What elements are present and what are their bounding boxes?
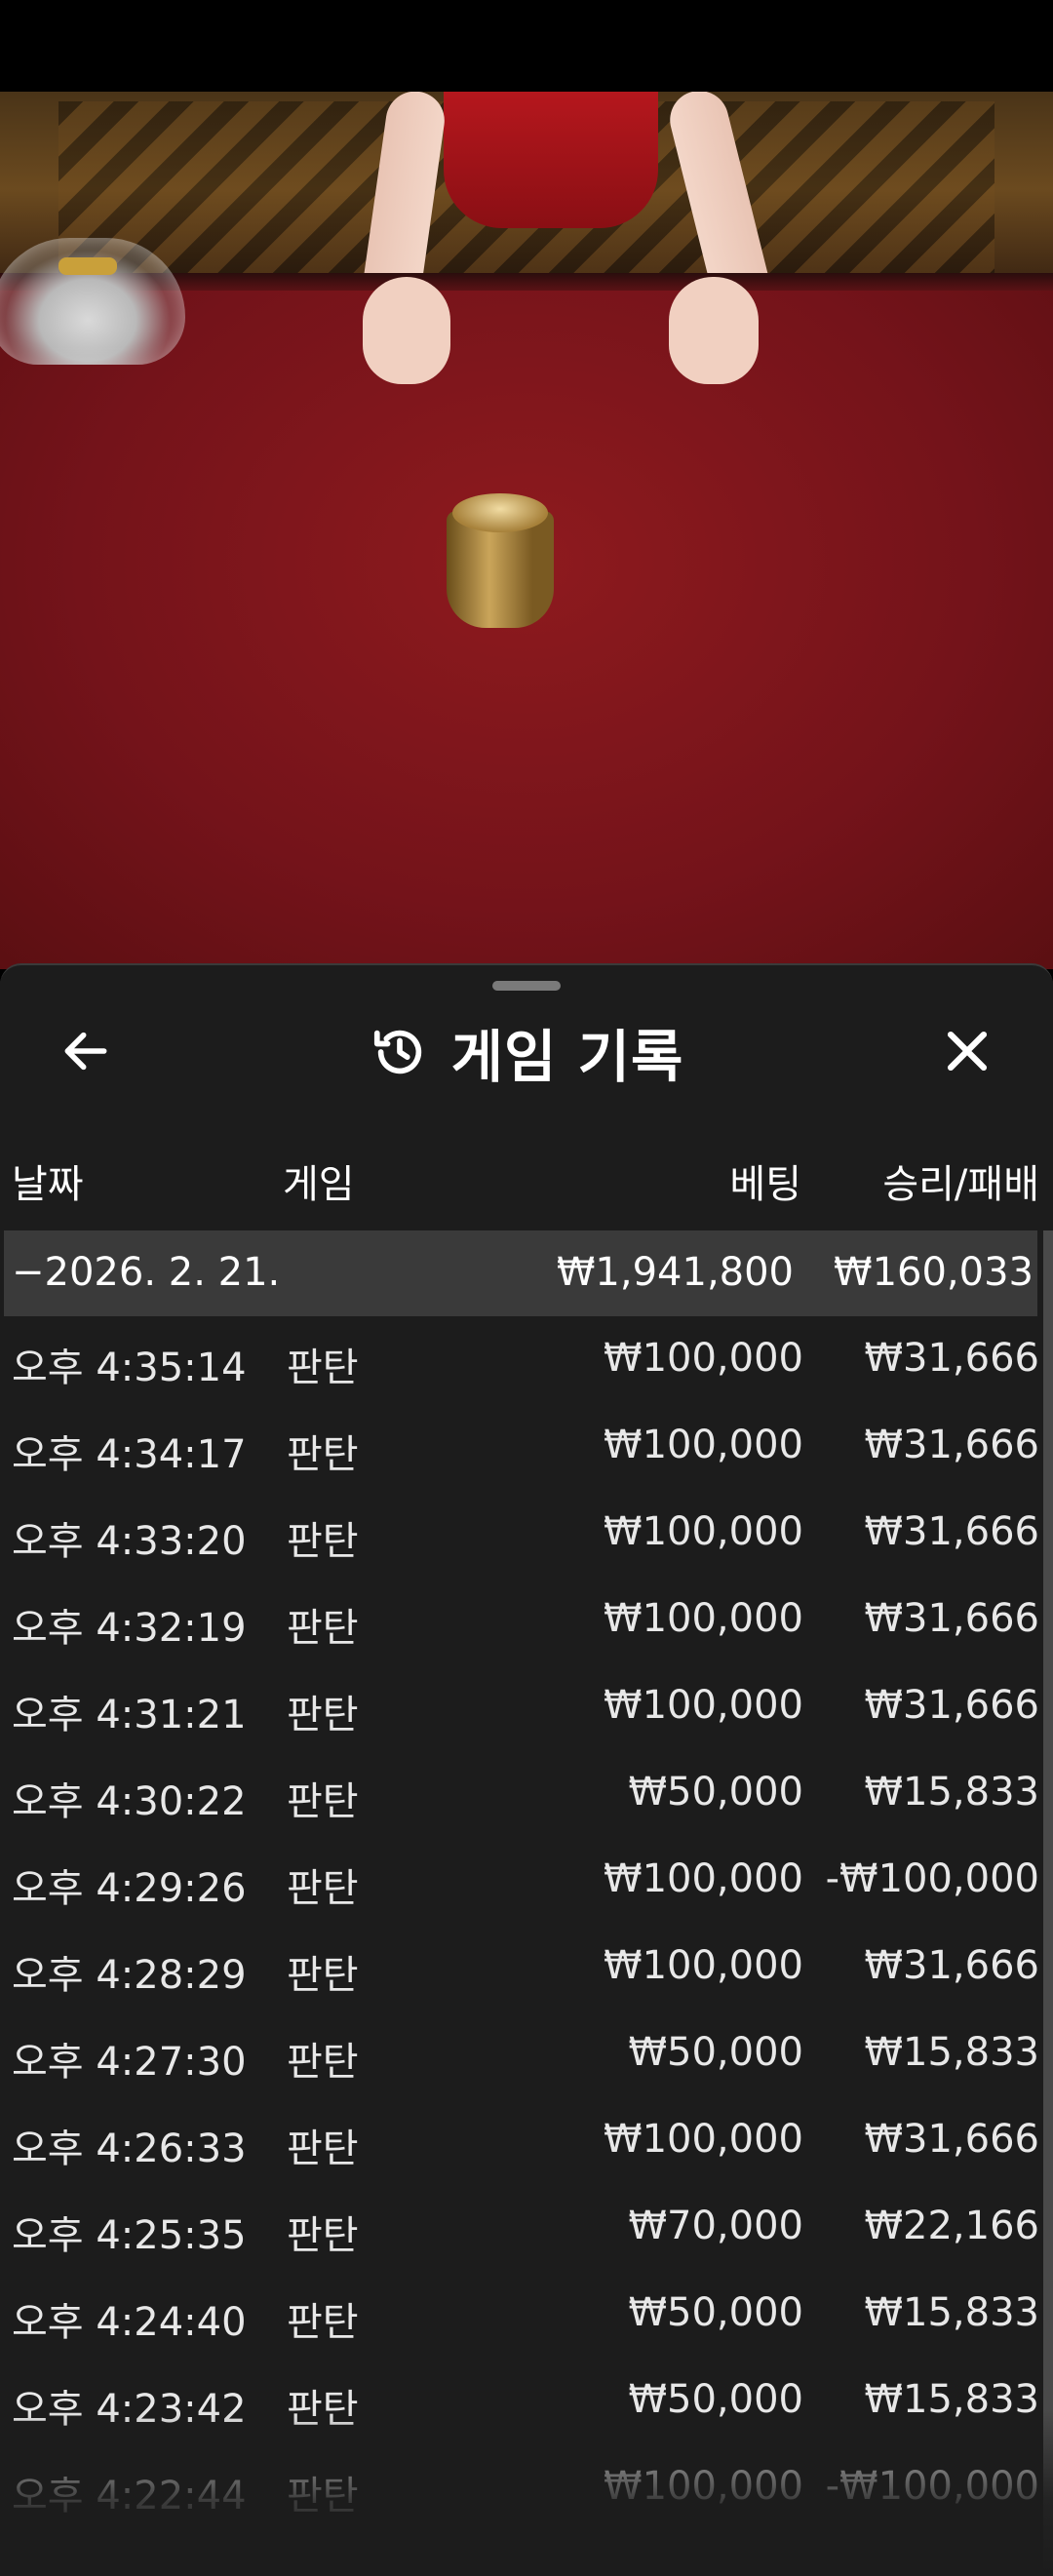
- row-time: 오후 4:28:29: [12, 1953, 247, 1998]
- row-bet: ₩100,000: [604, 1509, 803, 1554]
- row-game: 판탄: [287, 1953, 359, 1998]
- row-time: 오후 4:27:30: [12, 2040, 247, 2085]
- day-group-row[interactable]: −2026. 2. 21. ₩1,941,800 ₩160,033: [4, 1230, 1037, 1316]
- row-time: 오후 4:33:20: [12, 1519, 247, 1564]
- sheet-header: 게임 기록: [0, 1008, 1053, 1096]
- row-time: 오후 4:22:44: [12, 2474, 247, 2518]
- table-row[interactable]: 오후 4:26:33 판탄 ₩100,000 ₩31,666: [0, 2095, 1039, 2182]
- column-header-date[interactable]: 날짜: [12, 1152, 84, 1209]
- table-row[interactable]: 오후 4:22:44 판탄 ₩100,000 -₩100,000: [0, 2442, 1039, 2529]
- row-time: 오후 4:35:14: [12, 1346, 247, 1390]
- row-win-loss: ₩31,666: [864, 1683, 1039, 1728]
- table-row[interactable]: 오후 4:25:35 판탄 ₩70,000 ₩22,166: [0, 2182, 1039, 2269]
- row-game: 판탄: [287, 1432, 359, 1477]
- row-bet: ₩100,000: [604, 1683, 803, 1728]
- row-win-loss: ₩22,166: [864, 2204, 1039, 2248]
- row-bet: ₩100,000: [604, 1943, 803, 1988]
- bead-dome: [0, 238, 185, 365]
- row-win-loss: ₩15,833: [864, 2290, 1039, 2335]
- table-row[interactable]: 오후 4:27:30 판탄 ₩50,000 ₩15,833: [0, 2009, 1039, 2095]
- close-button[interactable]: [928, 1012, 1006, 1090]
- sheet-drag-handle[interactable]: [492, 981, 561, 991]
- row-time: 오후 4:31:21: [12, 1693, 247, 1737]
- day-group-date: −2026. 2. 21.: [12, 1250, 281, 1295]
- row-win-loss: ₩31,666: [864, 2117, 1039, 2162]
- row-game: 판탄: [287, 2040, 359, 2085]
- row-time: 오후 4:24:40: [12, 2300, 247, 2345]
- row-game: 판탄: [287, 1346, 359, 1390]
- row-bet: ₩70,000: [628, 2204, 803, 2248]
- row-time: 오후 4:23:42: [12, 2387, 247, 2432]
- close-icon: [947, 1031, 988, 1072]
- row-game: 판탄: [287, 1693, 359, 1737]
- row-bet: ₩100,000: [604, 2464, 803, 2509]
- row-win-loss: ₩31,666: [864, 1596, 1039, 1641]
- live-video-feed: [0, 92, 1053, 969]
- row-bet: ₩100,000: [604, 2117, 803, 2162]
- row-bet: ₩100,000: [604, 1423, 803, 1467]
- table-header: 날짜 게임 베팅 승리/패배: [0, 1152, 1053, 1211]
- table-row[interactable]: 오후 4:34:17 판탄 ₩100,000 ₩31,666: [0, 1401, 1039, 1488]
- row-game: 판탄: [287, 1606, 359, 1651]
- row-win-loss: -₩100,000: [825, 1856, 1039, 1901]
- row-bet: ₩50,000: [628, 2290, 803, 2335]
- row-time: 오후 4:29:26: [12, 1866, 247, 1911]
- row-bet: ₩50,000: [628, 2377, 803, 2422]
- row-win-loss: ₩15,833: [864, 1770, 1039, 1815]
- table-row[interactable]: 오후 4:30:22 판탄 ₩50,000 ₩15,833: [0, 1748, 1039, 1835]
- dealer-left-hand: [363, 277, 450, 384]
- row-bet: ₩50,000: [628, 1770, 803, 1815]
- row-win-loss: ₩15,833: [864, 2377, 1039, 2422]
- row-game: 판탄: [287, 1519, 359, 1564]
- column-header-game[interactable]: 게임: [283, 1152, 355, 1209]
- row-time: 오후 4:32:19: [12, 1606, 247, 1651]
- row-time: 오후 4:25:35: [12, 2213, 247, 2258]
- table-row[interactable]: 오후 4:28:29 판탄 ₩100,000 ₩31,666: [0, 1922, 1039, 2009]
- status-bar: [0, 0, 1053, 92]
- row-game: 판탄: [287, 2474, 359, 2518]
- day-group-win-total: ₩160,033: [834, 1250, 1034, 1295]
- row-game: 판탄: [287, 2387, 359, 2432]
- dealer-dress: [444, 92, 658, 228]
- dealer-right-hand: [669, 277, 759, 384]
- table-row[interactable]: 오후 4:31:21 판탄 ₩100,000 ₩31,666: [0, 1661, 1039, 1748]
- brass-cup: [447, 493, 554, 628]
- history-list: 오후 4:35:14 판탄 ₩100,000 ₩31,666 오후 4:34:1…: [0, 1314, 1039, 2529]
- column-header-win-loss[interactable]: 승리/패배: [882, 1152, 1039, 1209]
- table-row[interactable]: 오후 4:32:19 판탄 ₩100,000 ₩31,666: [0, 1575, 1039, 1661]
- table-row[interactable]: 오후 4:35:14 판탄 ₩100,000 ₩31,666: [0, 1314, 1039, 1401]
- row-bet: ₩100,000: [604, 1596, 803, 1641]
- day-group-bet-total: ₩1,941,800: [556, 1250, 794, 1295]
- row-game: 판탄: [287, 1779, 359, 1824]
- table-row[interactable]: 오후 4:33:20 판탄 ₩100,000 ₩31,666: [0, 1488, 1039, 1575]
- game-history-sheet: 게임 기록 날짜 게임 베팅 승리/패배 −2026. 2. 21. ₩1,94…: [0, 963, 1053, 2576]
- row-bet: ₩100,000: [604, 1336, 803, 1381]
- row-win-loss: ₩31,666: [864, 1509, 1039, 1554]
- scrollbar-thumb[interactable]: [1043, 1230, 1053, 2576]
- row-game: 판탄: [287, 2127, 359, 2171]
- row-game: 판탄: [287, 2213, 359, 2258]
- row-win-loss: ₩15,833: [864, 2030, 1039, 2075]
- scrollbar[interactable]: [1043, 1230, 1053, 2576]
- row-bet: ₩100,000: [604, 1856, 803, 1901]
- table-row[interactable]: 오후 4:24:40 판탄 ₩50,000 ₩15,833: [0, 2269, 1039, 2356]
- column-header-bet[interactable]: 베팅: [729, 1152, 801, 1209]
- row-win-loss: ₩31,666: [864, 1336, 1039, 1381]
- row-game: 판탄: [287, 1866, 359, 1911]
- row-time: 오후 4:34:17: [12, 1432, 247, 1477]
- row-win-loss: ₩31,666: [864, 1943, 1039, 1988]
- row-win-loss: ₩31,666: [864, 1423, 1039, 1467]
- table-row[interactable]: 오후 4:23:42 판탄 ₩50,000 ₩15,833: [0, 2356, 1039, 2442]
- page-title: 게임 기록: [450, 1024, 684, 1090]
- row-time: 오후 4:30:22: [12, 1779, 247, 1824]
- table-row[interactable]: 오후 4:29:26 판탄 ₩100,000 -₩100,000: [0, 1835, 1039, 1922]
- row-bet: ₩50,000: [628, 2030, 803, 2075]
- game-table: [0, 291, 1053, 969]
- history-icon: [373, 1030, 421, 1074]
- row-time: 오후 4:26:33: [12, 2127, 247, 2171]
- row-win-loss: -₩100,000: [825, 2464, 1039, 2509]
- row-game: 판탄: [287, 2300, 359, 2345]
